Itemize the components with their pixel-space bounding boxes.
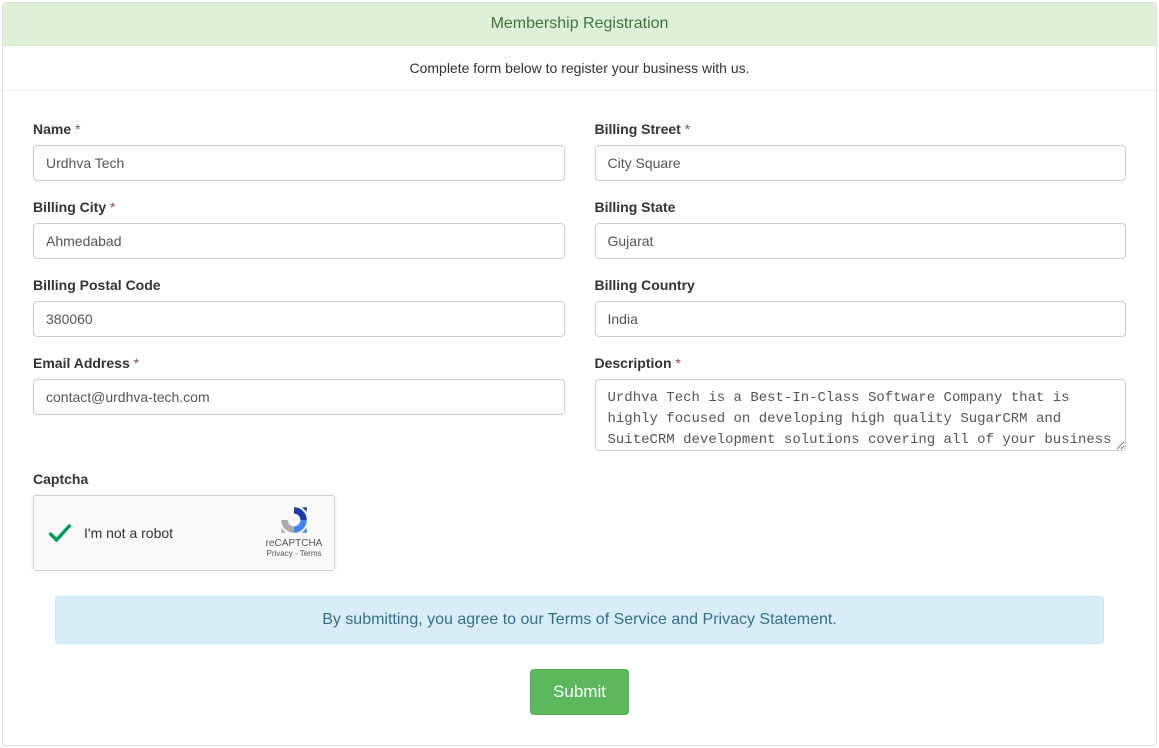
billing-street-input[interactable] bbox=[595, 145, 1127, 181]
form-body: Name * Billing Street * Billing City * bbox=[3, 91, 1156, 745]
name-input[interactable] bbox=[33, 145, 565, 181]
billing-country-input[interactable] bbox=[595, 301, 1127, 337]
billing-country-label: Billing Country bbox=[595, 277, 1127, 293]
registration-panel: Membership Registration Complete form be… bbox=[2, 2, 1157, 746]
recaptcha-logo-icon bbox=[278, 504, 310, 536]
billing-postal-code-label: Billing Postal Code bbox=[33, 277, 565, 293]
captcha-label: Captcha bbox=[33, 471, 1126, 487]
billing-city-label: Billing City * bbox=[33, 199, 565, 215]
submit-button[interactable]: Submit bbox=[530, 669, 629, 715]
recaptcha-brand: reCAPTCHA bbox=[264, 538, 324, 549]
checkmark-icon bbox=[46, 519, 74, 547]
description-label: Description * bbox=[595, 355, 1127, 371]
billing-state-input[interactable] bbox=[595, 223, 1127, 259]
recaptcha-links: Privacy - Terms bbox=[264, 549, 324, 558]
name-label: Name * bbox=[33, 121, 565, 137]
recaptcha-badge: reCAPTCHA Privacy - Terms bbox=[264, 504, 324, 558]
billing-state-label: Billing State bbox=[595, 199, 1127, 215]
billing-postal-code-input[interactable] bbox=[33, 301, 565, 337]
agreement-notice: By submitting, you agree to our Terms of… bbox=[55, 596, 1104, 644]
panel-title: Membership Registration bbox=[3, 3, 1156, 46]
email-label: Email Address * bbox=[33, 355, 565, 371]
billing-city-input[interactable] bbox=[33, 223, 565, 259]
description-textarea[interactable] bbox=[595, 379, 1127, 451]
recaptcha-widget[interactable]: I'm not a robot reCAPTCHA Privacy bbox=[33, 495, 335, 571]
recaptcha-text: I'm not a robot bbox=[84, 525, 173, 541]
billing-street-label: Billing Street * bbox=[595, 121, 1127, 137]
panel-subtitle: Complete form below to register your bus… bbox=[3, 46, 1156, 91]
email-input[interactable] bbox=[33, 379, 565, 415]
